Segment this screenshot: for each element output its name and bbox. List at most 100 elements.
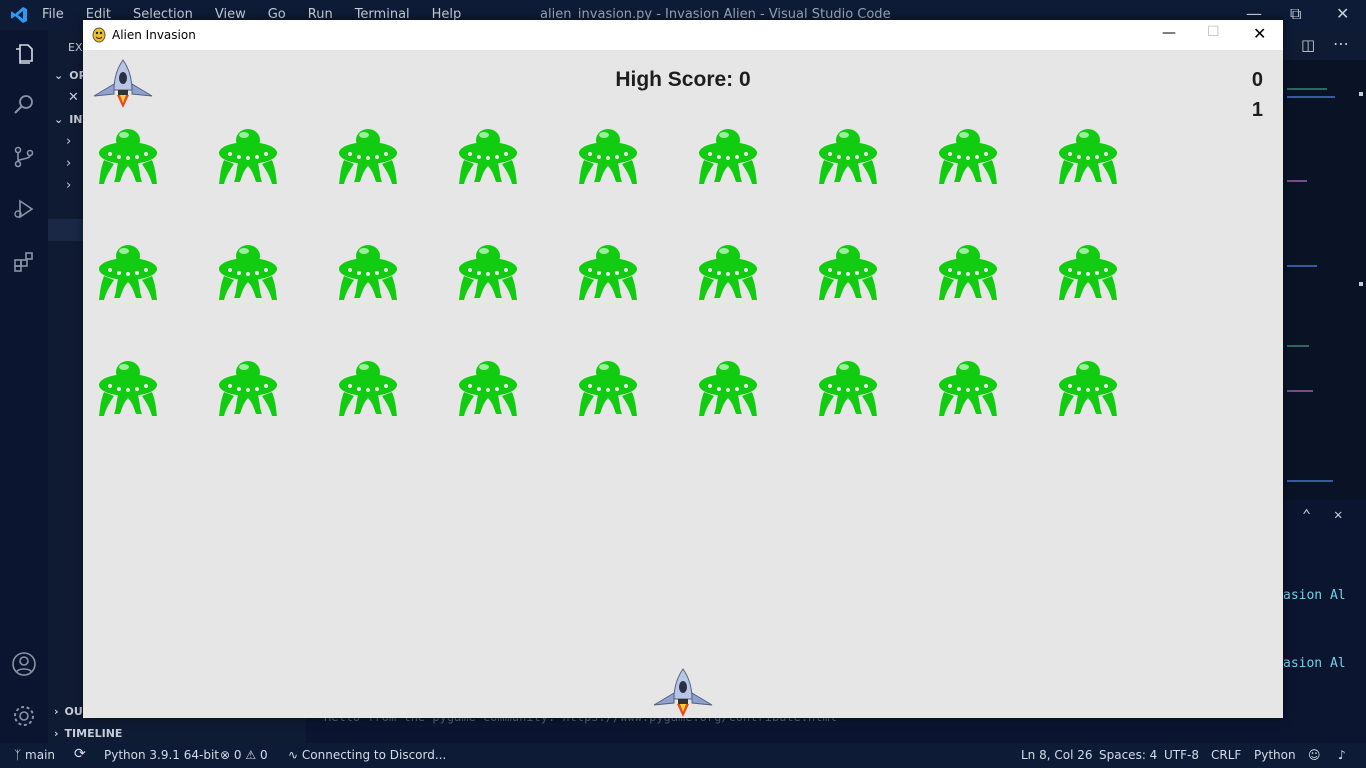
error-icon: ⊗ (220, 748, 231, 762)
minimap-line (1287, 96, 1335, 98)
alien-invasion-window: Alien Invasion — ☐ ✕ High Score: 0 0 1 (83, 20, 1283, 718)
feedback-icon[interactable]: ☺ (1308, 748, 1321, 762)
alien-ship (938, 242, 998, 302)
more-actions-icon[interactable]: ⋯ (1333, 34, 1349, 53)
restore-icon[interactable]: ⧉ (1290, 4, 1301, 24)
line-ending[interactable]: CRLF (1211, 748, 1241, 762)
run-debug-icon[interactable] (10, 195, 38, 223)
source-control-icon[interactable] (10, 143, 38, 171)
alien-ship (1058, 242, 1118, 302)
alien-ship (218, 126, 278, 186)
minimap-line (1287, 390, 1313, 392)
chevron-down-icon: ⌄ (54, 113, 64, 126)
close-panel-icon[interactable]: ✕ (1334, 507, 1342, 523)
notifications-bell-icon[interactable]: ♪ (1338, 748, 1346, 762)
alien-ship (698, 126, 758, 186)
close-icon[interactable]: ✕ (1253, 24, 1266, 43)
game-canvas[interactable]: High Score: 0 0 1 (83, 50, 1283, 718)
alien-ship (458, 358, 518, 418)
alien-ship (338, 242, 398, 302)
alien-ship (578, 358, 638, 418)
alien-ship (1058, 126, 1118, 186)
alien-ship (818, 126, 878, 186)
vscode-logo-icon (10, 6, 28, 28)
encoding[interactable]: UTF-8 (1164, 748, 1199, 762)
alien-ship (98, 358, 158, 418)
chevron-right-icon[interactable]: › (66, 178, 71, 193)
editor-toolbar: ◫ ⋯ (1283, 30, 1366, 60)
open-editors-section[interactable]: ⌄ OP (54, 69, 87, 82)
alien-ship (938, 358, 998, 418)
menu-file[interactable]: File (42, 7, 64, 22)
branch-label: main (25, 748, 56, 762)
terminal-text: asion Al (1283, 656, 1346, 671)
high-score: High Score: 0 (615, 68, 751, 91)
alien-ship (338, 358, 398, 418)
sync-icon[interactable]: ⟳ (74, 746, 86, 762)
game-window-title: Alien Invasion (112, 28, 196, 42)
cursor-position[interactable]: Ln 8, Col 26 (1021, 748, 1093, 762)
chevron-right-icon: › (54, 705, 59, 718)
scrollbar-marker[interactable] (1359, 282, 1363, 286)
account-icon[interactable] (10, 650, 38, 678)
status-bar: ᛉ main ⟳ Python 3.9.1 64-bit ⊗ 0 ⚠ 0 ∿ C… (0, 743, 1366, 768)
alien-ship (218, 242, 278, 302)
minimize-icon[interactable]: — (1162, 25, 1176, 41)
error-count: 0 (233, 748, 242, 762)
minimap-line (1287, 480, 1333, 482)
terminal-output: Hello from the pygame community. https:/… (306, 710, 1283, 743)
explorer-icon[interactable] (10, 40, 38, 68)
extensions-icon[interactable] (10, 248, 38, 276)
editor-minimap (1283, 60, 1366, 500)
warning-icon: ⚠ (245, 748, 257, 762)
level-indicator: 1 (1251, 99, 1263, 121)
alien-ship (98, 126, 158, 186)
player-ship (652, 667, 714, 719)
terminal-text: asion Al (1283, 588, 1346, 603)
scrollbar-marker[interactable] (1359, 92, 1363, 96)
pulse-icon: ∿ (288, 748, 299, 762)
python-interpreter[interactable]: Python 3.9.1 64-bit (104, 748, 219, 762)
chevron-down-icon: ⌄ (54, 69, 64, 82)
indentation[interactable]: Spaces: 4 (1099, 748, 1157, 762)
alien-ship (1058, 358, 1118, 418)
warning-count: 0 (259, 748, 268, 762)
minimap-line (1287, 345, 1309, 347)
chevron-right-icon[interactable]: › (66, 134, 71, 149)
alien-ship (458, 242, 518, 302)
activity-bar (0, 30, 48, 743)
timeline-label: TIMELINE (64, 727, 123, 740)
outline-label: OU (64, 705, 83, 718)
alien-ship (458, 126, 518, 186)
close-icon[interactable]: ✕ (1336, 4, 1349, 23)
pygame-logo-icon (92, 27, 106, 46)
branch-item[interactable]: ᛉ main (14, 748, 55, 762)
language-mode[interactable]: Python (1254, 748, 1296, 762)
remaining-ship-icon (92, 58, 154, 110)
close-editor-icon[interactable]: ✕ (68, 90, 79, 105)
problems-item[interactable]: ⊗ 0 ⚠ 0 (220, 748, 268, 762)
minimap-line (1287, 265, 1317, 267)
timeline-section[interactable]: › TIMELINE (54, 727, 122, 740)
alien-ship (98, 242, 158, 302)
terminal-panel: ⌃ ✕ asion Al asion Al (1283, 500, 1366, 743)
discord-label: Connecting to Discord... (301, 748, 447, 762)
minimap-line (1287, 180, 1307, 182)
maximize-icon[interactable]: ☐ (1207, 24, 1220, 40)
minimap-line (1287, 88, 1327, 90)
outline-section[interactable]: › OU (54, 705, 83, 718)
alien-ship (698, 242, 758, 302)
settings-gear-icon[interactable] (10, 702, 38, 730)
alien-ship (218, 358, 278, 418)
alien-ship (938, 126, 998, 186)
alien-ship (578, 126, 638, 186)
git-branch-icon: ᛉ (14, 748, 22, 762)
search-icon[interactable] (10, 90, 38, 118)
alien-ship (578, 242, 638, 302)
chevron-right-icon[interactable]: › (66, 156, 71, 171)
chevron-up-icon[interactable]: ⌃ (1302, 506, 1311, 524)
discord-status[interactable]: ∿ Connecting to Discord... (288, 748, 446, 762)
game-titlebar: Alien Invasion — ☐ ✕ (83, 20, 1283, 50)
alien-ship (698, 358, 758, 418)
split-editor-icon[interactable]: ◫ (1301, 36, 1315, 54)
